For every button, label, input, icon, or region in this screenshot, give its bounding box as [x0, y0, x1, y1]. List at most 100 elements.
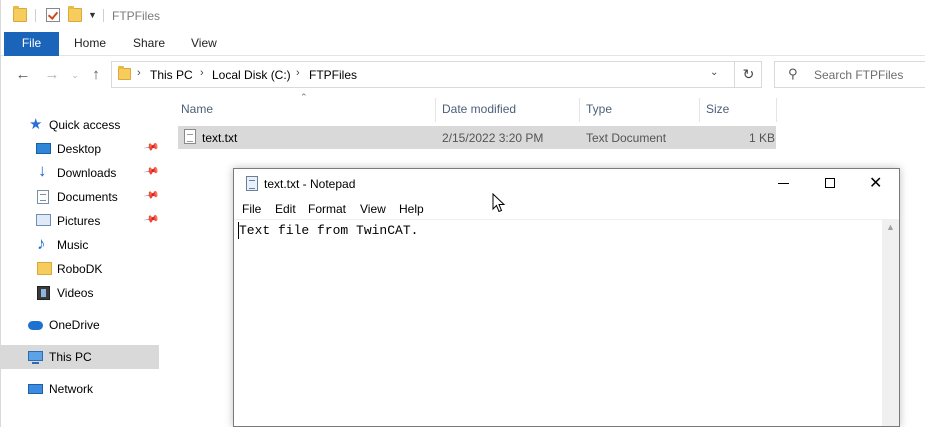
nav-this-pc[interactable]: This PC [1, 345, 159, 369]
nav-item-downloads[interactable]: Downloads 📌 [1, 161, 159, 185]
chevron-down-icon[interactable]: ⌄ [710, 67, 718, 78]
navigation-pane: Quick access Desktop 📌 Downloads 📌 Docum… [1, 92, 163, 427]
address-bar[interactable]: › This PC › Local Disk (C:) › FTPFiles ⌄… [111, 61, 762, 88]
column-divider[interactable] [776, 98, 777, 122]
window-title: FTPFiles [112, 9, 160, 23]
column-header-size[interactable]: Size [706, 102, 729, 116]
up-arrow-icon[interactable]: ↑ [87, 66, 105, 84]
file-date: 2/15/2022 3:20 PM [442, 131, 544, 145]
column-divider[interactable] [579, 98, 580, 122]
nav-label: Pictures [57, 214, 101, 228]
new-folder-icon[interactable] [68, 6, 82, 22]
close-icon: ✕ [869, 175, 883, 192]
file-row[interactable]: text.txt 2/15/2022 3:20 PM Text Document… [178, 126, 776, 149]
documents-icon [37, 190, 49, 204]
file-type: Text Document [586, 131, 667, 145]
pin-icon[interactable]: 📌 [143, 211, 160, 227]
nav-label: Quick access [49, 118, 121, 132]
nav-label: Network [49, 382, 94, 396]
folder-icon [13, 6, 27, 22]
computer-icon [28, 351, 43, 364]
nav-item-desktop[interactable]: Desktop 📌 [1, 137, 159, 161]
breadcrumb-ftpfiles[interactable]: FTPFiles [309, 68, 357, 82]
chevron-right-icon[interactable]: › [137, 67, 141, 79]
maximize-button[interactable] [807, 169, 853, 199]
menu-help[interactable]: Help [399, 202, 424, 216]
nav-label: This PC [49, 350, 92, 364]
breadcrumb-local-disk[interactable]: Local Disk (C:) [212, 68, 291, 82]
chevron-right-icon[interactable]: › [296, 67, 300, 79]
column-header-date[interactable]: Date modified [442, 102, 516, 116]
search-box[interactable]: ⚲ Search FTPFiles [774, 61, 925, 88]
maximize-icon [825, 178, 835, 188]
tab-view[interactable]: View [177, 32, 231, 56]
nav-label: Desktop [57, 142, 102, 156]
tab-home[interactable]: Home [60, 32, 120, 56]
music-icon [36, 234, 51, 254]
minimize-icon [778, 183, 789, 184]
notepad-title: text.txt - Notepad [264, 177, 356, 191]
pin-icon[interactable]: 📌 [143, 139, 160, 155]
nav-item-documents[interactable]: Documents 📌 [1, 185, 159, 209]
close-button[interactable]: ✕ [853, 169, 899, 199]
column-header-name[interactable]: Name [181, 102, 213, 116]
address-toolbar: ← → ⌄ ↑ › This PC › Local Disk (C:) › FT… [1, 58, 925, 92]
file-size: 1 KB [749, 131, 776, 145]
breadcrumb-this-pc[interactable]: This PC [150, 68, 193, 82]
mouse-pointer-icon [492, 193, 506, 213]
nav-label: Videos [57, 286, 94, 300]
desktop-icon [36, 143, 51, 154]
folder-icon [118, 66, 131, 80]
nav-label: OneDrive [49, 318, 100, 332]
menu-format[interactable]: Format [308, 202, 346, 216]
chevron-right-icon[interactable]: › [200, 67, 204, 79]
notepad-icon [246, 176, 258, 191]
back-arrow-icon[interactable]: ← [14, 66, 32, 84]
star-icon [29, 115, 44, 133]
column-divider[interactable] [435, 98, 436, 122]
downloads-icon [36, 161, 51, 181]
nav-item-videos[interactable]: Videos [1, 281, 159, 305]
tab-share[interactable]: Share [119, 32, 179, 56]
ribbon-tabs: File Home Share View [1, 32, 925, 56]
pin-icon[interactable]: 📌 [143, 163, 160, 179]
customize-toolbar-icon[interactable]: ▼ [88, 10, 97, 20]
forward-arrow-icon[interactable]: → [43, 66, 61, 84]
nav-item-robodk[interactable]: RoboDK [1, 257, 159, 281]
file-name: text.txt [202, 131, 238, 145]
nav-item-music[interactable]: Music [1, 233, 159, 257]
notepad-window: text.txt - Notepad ✕ File Edit Format Vi… [233, 168, 900, 427]
menu-file[interactable]: File [242, 202, 261, 216]
notepad-menubar: File Edit Format View Help [234, 199, 899, 219]
properties-icon[interactable] [46, 8, 60, 22]
folder-icon [37, 262, 52, 275]
search-icon: ⚲ [788, 66, 798, 81]
videos-icon [37, 286, 50, 300]
refresh-icon[interactable]: ↻ [734, 62, 762, 87]
sort-ascending-icon: ⌃ [300, 92, 308, 102]
column-header-type[interactable]: Type [586, 102, 612, 116]
nav-quick-access[interactable]: Quick access [1, 113, 159, 137]
minimize-button[interactable] [761, 169, 807, 199]
tab-file[interactable]: File [4, 32, 59, 56]
pin-icon[interactable]: 📌 [143, 187, 160, 203]
notepad-content: Text file from TwinCAT. [239, 223, 419, 238]
scroll-up-icon[interactable]: ▲ [886, 222, 895, 232]
vertical-scrollbar[interactable]: ▲ [882, 219, 899, 426]
divider [103, 9, 104, 22]
explorer-titlebar: ▼ FTPFiles [1, 0, 925, 32]
notepad-titlebar[interactable]: text.txt - Notepad ✕ [234, 169, 899, 199]
nav-onedrive[interactable]: OneDrive [1, 313, 159, 337]
nav-network[interactable]: Network [1, 377, 159, 401]
search-placeholder: Search FTPFiles [814, 68, 904, 82]
pictures-icon [36, 214, 51, 226]
onedrive-cloud-icon [28, 321, 43, 330]
column-divider[interactable] [699, 98, 700, 122]
menu-edit[interactable]: Edit [275, 202, 296, 216]
divider [35, 9, 36, 22]
notepad-text-area[interactable]: Text file from TwinCAT. [234, 219, 882, 426]
menu-view[interactable]: View [360, 202, 386, 216]
nav-item-pictures[interactable]: Pictures 📌 [1, 209, 159, 233]
recent-locations-icon[interactable]: ⌄ [66, 66, 84, 84]
nav-label: Music [57, 238, 89, 252]
